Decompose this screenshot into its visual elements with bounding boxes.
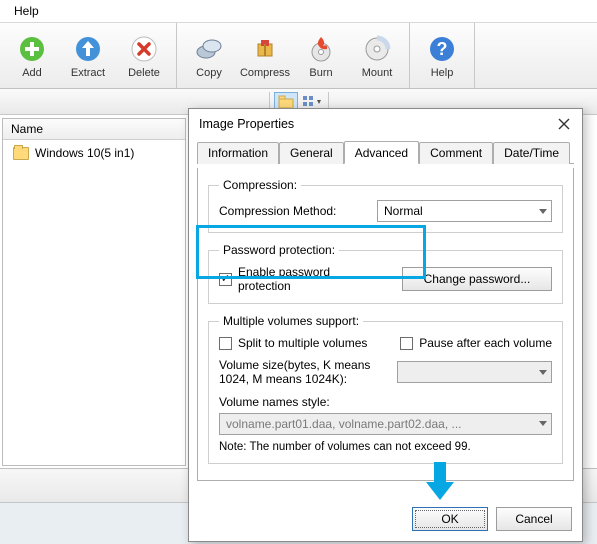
toolbar-extract-label: Extract [71,67,105,79]
compression-method-value: Normal [384,204,423,218]
volume-names-label: Volume names style: [219,395,552,409]
chevron-down-icon [539,421,547,426]
pause-after-volume-label: Pause after each volume [419,336,552,350]
file-item-name: Windows 10(5 in1) [35,146,134,160]
folder-icon [13,147,29,160]
split-volumes-label: Split to multiple volumes [238,336,367,350]
toolbar-burn-button[interactable]: Burn [293,23,349,88]
checkbox-icon [219,337,232,350]
cancel-button[interactable]: Cancel [496,507,572,531]
copy-icon [193,33,225,65]
add-icon [16,33,48,65]
compression-legend: Compression: [219,178,301,192]
dialog-title: Image Properties [199,117,294,131]
list-item[interactable]: Windows 10(5 in1) [9,144,179,162]
password-legend: Password protection: [219,243,339,257]
volume-names-combo[interactable]: volname.part01.daa, volname.part02.daa, … [219,413,552,435]
checkbox-icon [219,273,232,286]
compression-group: Compression: Compression Method: Normal [208,178,563,233]
password-group: Password protection: Enable password pro… [208,243,563,304]
file-list-pane: Name Windows 10(5 in1) [2,118,186,466]
tab-comment[interactable]: Comment [419,142,493,164]
delete-icon [128,33,160,65]
image-properties-dialog: Image Properties Information General Adv… [188,108,583,542]
pause-after-volume-checkbox[interactable]: Pause after each volume [400,336,552,350]
main-toolbar: Add Extract Delete Copy Compress [0,23,597,89]
tab-panel-advanced: Compression: Compression Method: Normal … [197,168,574,481]
volumes-note: Note: The number of volumes can not exce… [219,441,552,453]
toolbar-help-label: Help [431,67,454,79]
change-password-button[interactable]: Change password... [402,267,552,291]
compress-icon [249,33,281,65]
burn-icon [305,33,337,65]
tab-general[interactable]: General [279,142,344,164]
toolbar-delete-label: Delete [128,67,160,79]
help-icon: ? [426,33,458,65]
mount-icon [361,33,393,65]
menubar: Help [0,0,597,22]
enable-password-checkbox[interactable]: Enable password protection [219,265,386,293]
toolbar-delete-button[interactable]: Delete [116,23,172,88]
menu-help[interactable]: Help [10,2,43,20]
volume-size-combo[interactable] [397,361,552,383]
toolbar-compress-button[interactable]: Compress [237,23,293,88]
extract-icon [72,33,104,65]
toolbar-mount-button[interactable]: Mount [349,23,405,88]
ok-button[interactable]: OK [412,507,488,531]
toolbar-copy-label: Copy [196,67,222,79]
toolbar-help-button[interactable]: ? Help [414,23,470,88]
toolbar-burn-label: Burn [309,67,332,79]
close-button[interactable] [554,115,574,133]
compression-method-combo[interactable]: Normal [377,200,552,222]
volume-names-value: volname.part01.daa, volname.part02.daa, … [226,417,461,431]
toolbar-add-label: Add [22,67,42,79]
toolbar-copy-button[interactable]: Copy [181,23,237,88]
compression-method-label: Compression Method: [219,204,369,218]
enable-password-label: Enable password protection [238,265,386,293]
toolbar-extract-button[interactable]: Extract [60,23,116,88]
tab-advanced[interactable]: Advanced [344,141,419,164]
close-icon [558,118,570,130]
checkbox-icon [400,337,413,350]
split-volumes-checkbox[interactable]: Split to multiple volumes [219,336,367,350]
toolbar-mount-label: Mount [362,67,393,79]
svg-text:?: ? [437,39,448,59]
tab-information[interactable]: Information [197,142,279,164]
tabstrip: Information General Advanced Comment Dat… [197,141,574,164]
volumes-group: Multiple volumes support: Split to multi… [208,314,563,464]
toolbar-compress-label: Compress [240,67,290,79]
volume-size-label: Volume size(bytes, K means 1024, M means… [219,358,389,387]
tab-datetime[interactable]: Date/Time [493,142,570,164]
chevron-down-icon [539,370,547,375]
chevron-down-icon [539,209,547,214]
toolbar-add-button[interactable]: Add [4,23,60,88]
volumes-legend: Multiple volumes support: [219,314,363,328]
column-header-name[interactable]: Name [3,119,185,140]
